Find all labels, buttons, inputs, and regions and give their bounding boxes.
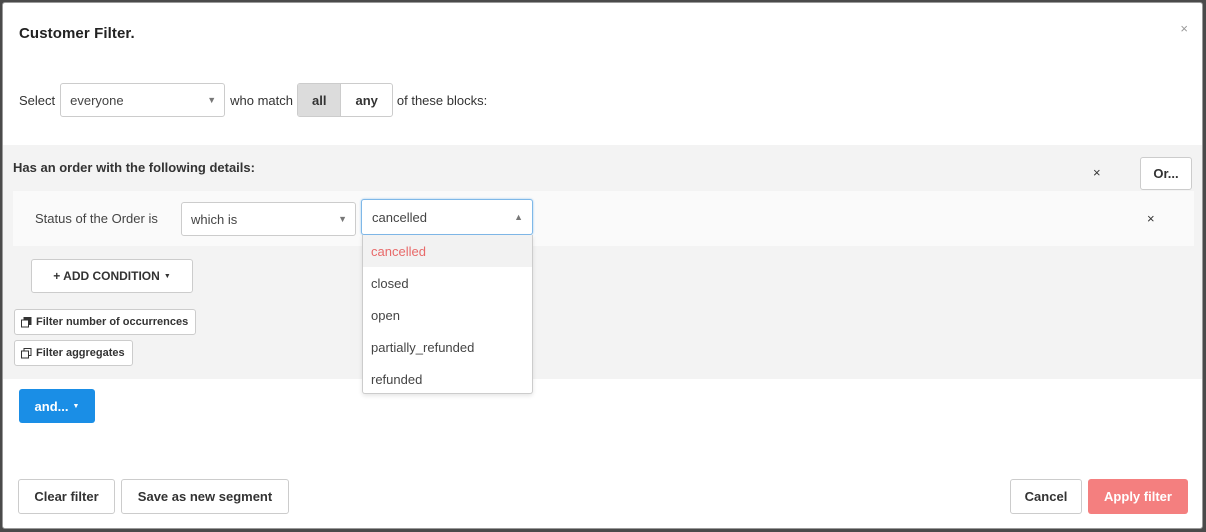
filter-occurrences-button[interactable]: Filter number of occurrences xyxy=(14,309,197,335)
blocks-suffix-label: of these blocks: xyxy=(396,92,488,108)
match-any-button[interactable]: any xyxy=(341,84,391,116)
block-heading: Has an order with the following details: xyxy=(13,160,255,175)
filter-occurrences-label: Filter number of occurrences xyxy=(36,316,189,328)
customer-filter-modal: Customer Filter. × Select everyone ▼ who… xyxy=(2,2,1203,529)
save-segment-button[interactable]: Save as new segment xyxy=(121,479,289,514)
operator-dropdown[interactable]: which is ▼ xyxy=(181,202,356,236)
remove-condition-icon[interactable]: × xyxy=(1147,211,1155,226)
chevron-down-icon: ▼ xyxy=(72,402,80,410)
status-option-cancelled[interactable]: cancelled xyxy=(363,235,532,267)
remove-block-icon[interactable]: × xyxy=(1093,165,1101,180)
add-condition-button[interactable]: + ADD CONDITION ▼ xyxy=(31,259,193,293)
clear-filter-button[interactable]: Clear filter xyxy=(18,479,115,514)
match-selector-row: Select everyone ▼ who match all any of t… xyxy=(19,83,487,117)
status-dropdown[interactable]: cancelled ▲ xyxy=(361,199,533,235)
chevron-down-icon: ▼ xyxy=(163,272,171,280)
and-label: and... xyxy=(34,398,69,414)
match-label: who match xyxy=(230,92,294,108)
operator-value: which is xyxy=(191,211,238,227)
and-button[interactable]: and... ▼ xyxy=(19,389,95,423)
chevron-down-icon: ▼ xyxy=(207,95,217,105)
audience-dropdown[interactable]: everyone ▼ xyxy=(60,83,226,117)
order-filter-block: Has an order with the following details:… xyxy=(3,145,1202,379)
filter-aggregates-label: Filter aggregates xyxy=(36,347,125,359)
add-condition-label: + ADD CONDITION xyxy=(53,269,160,283)
chevron-up-icon: ▲ xyxy=(514,212,523,222)
status-option-closed[interactable]: closed xyxy=(363,267,532,299)
condition-row: Status of the Order is which is ▼ × xyxy=(13,191,1194,246)
select-label: Select xyxy=(19,92,56,108)
copy-icon xyxy=(21,316,32,327)
layers-icon xyxy=(21,347,32,358)
modal-title: Customer Filter. xyxy=(19,25,135,42)
or-button[interactable]: Or... xyxy=(1140,157,1192,190)
filter-aggregates-button[interactable]: Filter aggregates xyxy=(14,340,133,366)
cancel-button[interactable]: Cancel xyxy=(1010,479,1082,514)
status-option-partially-refunded[interactable]: partially_refunded xyxy=(363,331,532,363)
audience-value: everyone xyxy=(70,92,124,108)
status-option-open[interactable]: open xyxy=(363,299,532,331)
status-option-refunded[interactable]: refunded xyxy=(363,363,532,395)
apply-filter-button[interactable]: Apply filter xyxy=(1088,479,1188,514)
match-all-button[interactable]: all xyxy=(298,84,342,116)
status-options-list: cancelled closed open partially_refunded… xyxy=(362,235,533,394)
condition-label: Status of the Order is xyxy=(35,211,158,226)
chevron-down-icon: ▼ xyxy=(338,214,347,224)
close-icon[interactable]: × xyxy=(1180,21,1188,36)
match-toggle: all any xyxy=(297,83,393,117)
status-value: cancelled xyxy=(372,209,427,225)
